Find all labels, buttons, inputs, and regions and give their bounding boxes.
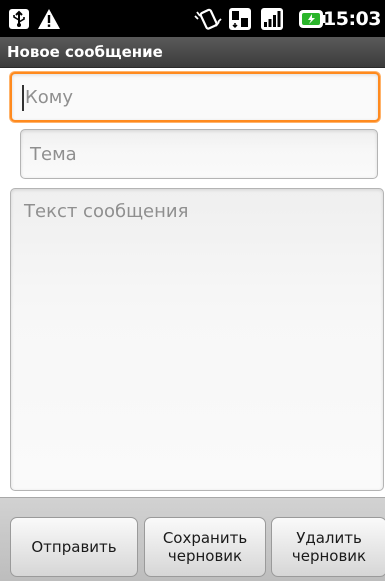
send-button-label: Отправить (31, 538, 117, 556)
data-3g-icon (226, 7, 254, 31)
usb-icon (6, 7, 32, 31)
warning-icon (36, 7, 62, 31)
delete-draft-button-label: Удалить черновик (291, 529, 367, 565)
compose-screen: 15:03 Новое сообщение Кому Тема Текст со… (0, 0, 385, 581)
subject-field[interactable]: Тема (20, 129, 378, 179)
status-time: 15:03 (323, 8, 381, 30)
save-draft-button-label: Сохранить черновик (162, 529, 248, 565)
action-button-bar: Отправить Сохранить черновик Удалить чер… (0, 497, 385, 581)
status-bar: 15:03 (0, 0, 385, 37)
delete-draft-button[interactable]: Удалить черновик (271, 517, 385, 577)
signal-icon (258, 7, 286, 31)
send-button[interactable]: Отправить (10, 517, 138, 577)
to-placeholder: Кому (25, 87, 74, 108)
message-body-field[interactable]: Текст сообщения (10, 188, 384, 491)
title-bar: Новое сообщение (0, 37, 385, 68)
to-field[interactable]: Кому (10, 72, 380, 122)
save-draft-button[interactable]: Сохранить черновик (144, 517, 266, 577)
subject-placeholder: Тема (30, 144, 77, 165)
vibrate-icon (193, 7, 223, 31)
page-title: Новое сообщение (7, 43, 163, 61)
text-cursor (22, 85, 24, 111)
message-body-placeholder: Текст сообщения (24, 201, 189, 222)
